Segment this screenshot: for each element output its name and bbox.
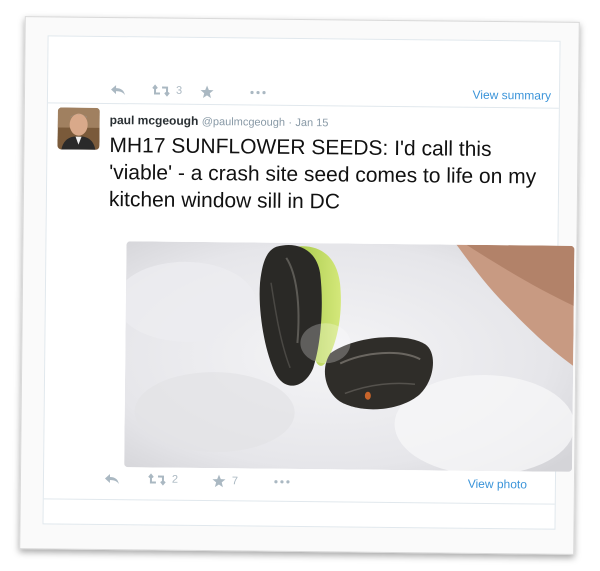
tweet-text: MH17 SUNFLOWER SEEDS: I'd call this 'via… [108,134,537,214]
author-handle[interactable]: @paulmcgeough [202,116,285,129]
retweet-button[interactable]: 3 [152,84,183,97]
author-name[interactable]: paul mcgeough [110,113,199,128]
favorite-icon[interactable] [200,85,214,99]
avatar[interactable] [57,107,100,150]
reply-icon[interactable] [104,473,120,485]
tweet-date[interactable]: Jan 15 [295,117,328,129]
divider [43,498,555,505]
bottom-action-bar: 2 7 View photo [44,469,555,498]
separator: · [288,116,293,129]
more-icon[interactable] [250,90,266,95]
favorite-count: 7 [231,475,239,488]
retweet-count: 3 [175,84,183,97]
favorite-button[interactable]: 7 [212,474,238,488]
retweet-icon [148,473,166,486]
tweet-header: paul mcgeough @paulmcgeough · Jan 15 [110,113,329,129]
view-photo-link[interactable]: View photo [468,477,527,492]
retweet-count: 2 [171,473,179,486]
tweet-photo[interactable] [124,241,575,472]
favorite-icon [212,474,226,488]
retweet-button[interactable]: 2 [148,473,179,486]
tweet-container: 3 View summary paul mcgeough @paulmcgeou… [42,35,575,530]
retweet-icon [152,84,170,97]
tweet-card: 3 View summary paul mcgeough @paulmcgeou… [19,16,580,555]
view-summary-link[interactable]: View summary [472,88,551,103]
reply-icon[interactable] [110,84,126,96]
more-icon[interactable] [274,480,290,484]
